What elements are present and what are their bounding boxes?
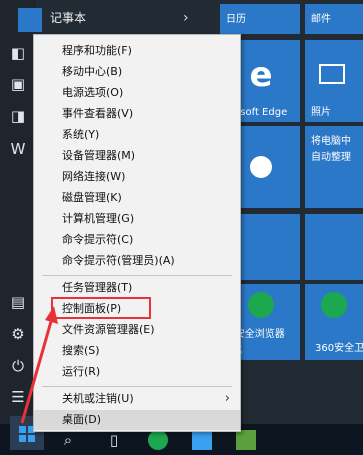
guard-tile-label: 360安全卫士 xyxy=(315,343,363,354)
menu-separator xyxy=(42,386,232,387)
menu-item-run[interactable]: 运行(R) xyxy=(34,362,240,382)
menu-item-network-connections[interactable]: 网络连接(W) xyxy=(34,167,240,187)
blank-tile-2[interactable] xyxy=(305,214,363,280)
mail-tile[interactable]: 邮件 xyxy=(305,4,363,34)
menu-item-event-viewer[interactable]: 事件查看器(V) xyxy=(34,104,240,124)
control-panel-highlight xyxy=(51,297,151,319)
menu-item-file-explorer[interactable]: 文件资源管理器(E) xyxy=(34,320,240,340)
menu-item-system[interactable]: 系统(Y) xyxy=(34,125,240,145)
start-rail: ◧ ▣ ◨ W ▤ ⚙ ⏻ ☰ xyxy=(0,0,36,424)
menu-item-power-options[interactable]: 电源选项(O) xyxy=(34,83,240,103)
photos-note-label: 将电脑中 xyxy=(311,136,351,147)
notepad-icon xyxy=(18,8,42,32)
recent-app-icon[interactable]: ◨ xyxy=(9,107,27,125)
settings-gear-icon[interactable]: ⚙ xyxy=(9,325,27,343)
power-icon[interactable]: ⏻ xyxy=(9,357,27,375)
browser-icon xyxy=(248,292,274,318)
chevron-right-icon[interactable]: › xyxy=(183,8,189,28)
photos-live-tile[interactable]: 将电脑中 自动整理 xyxy=(305,126,363,208)
winx-context-menu: 程序和功能(F) 移动中心(B) 电源选项(O) 事件查看器(V) 系统(Y) … xyxy=(33,34,241,432)
menu-item-mobility-center[interactable]: 移动中心(B) xyxy=(34,62,240,82)
photos-icon xyxy=(319,64,345,84)
browser-task-icon[interactable] xyxy=(148,430,168,450)
menu-item-disk-management[interactable]: 磁盘管理(K) xyxy=(34,188,240,208)
photos-tile-label: 照片 xyxy=(311,107,331,118)
menu-item-computer-management[interactable]: 计算机管理(G) xyxy=(34,209,240,229)
mail-tile-label: 邮件 xyxy=(311,14,331,25)
app-task-icon[interactable] xyxy=(192,430,212,450)
file-explorer-icon[interactable]: ▤ xyxy=(9,293,27,311)
menu-item-programs[interactable]: 程序和功能(F) xyxy=(34,41,240,61)
menu-separator xyxy=(42,275,232,276)
photos-note-label-2: 自动整理 xyxy=(311,152,351,163)
chevron-right-icon: › xyxy=(224,391,230,406)
menu-item-desktop[interactable]: 桌面(D) xyxy=(34,410,240,430)
edge-icon: e xyxy=(249,55,273,95)
menu-item-shutdown-signout[interactable]: 关机或注销(U) › xyxy=(34,389,240,409)
recent-app-icon[interactable]: ▣ xyxy=(9,75,27,93)
menu-item-search[interactable]: 搜索(S) xyxy=(34,341,240,361)
guard-tile[interactable]: 360安全卫士 xyxy=(305,284,363,360)
recent-app-icon[interactable]: W xyxy=(9,140,27,158)
menu-item-task-manager[interactable]: 任务管理器(T) xyxy=(34,278,240,298)
task-view-icon[interactable]: ▯ xyxy=(104,430,124,450)
menu-item-command-prompt[interactable]: 命令提示符(C) xyxy=(34,230,240,250)
recent-app-icon[interactable]: ◧ xyxy=(9,44,27,62)
calendar-tile-label: 日历 xyxy=(226,14,246,25)
photos-tile[interactable]: 照片 xyxy=(305,40,363,122)
calendar-tile[interactable]: 日历 xyxy=(220,4,300,34)
pinned-app-label[interactable]: 记事本 xyxy=(50,8,86,28)
menu-item-device-manager[interactable]: 设备管理器(M) xyxy=(34,146,240,166)
search-icon[interactable]: ⌕ xyxy=(58,430,78,450)
all-apps-icon[interactable]: ☰ xyxy=(9,388,27,406)
menu-item-command-prompt-admin[interactable]: 命令提示符(管理员)(A) xyxy=(34,251,240,271)
sun-icon xyxy=(250,156,272,178)
app-task-icon-2[interactable] xyxy=(236,430,256,450)
guard-icon xyxy=(321,292,347,318)
